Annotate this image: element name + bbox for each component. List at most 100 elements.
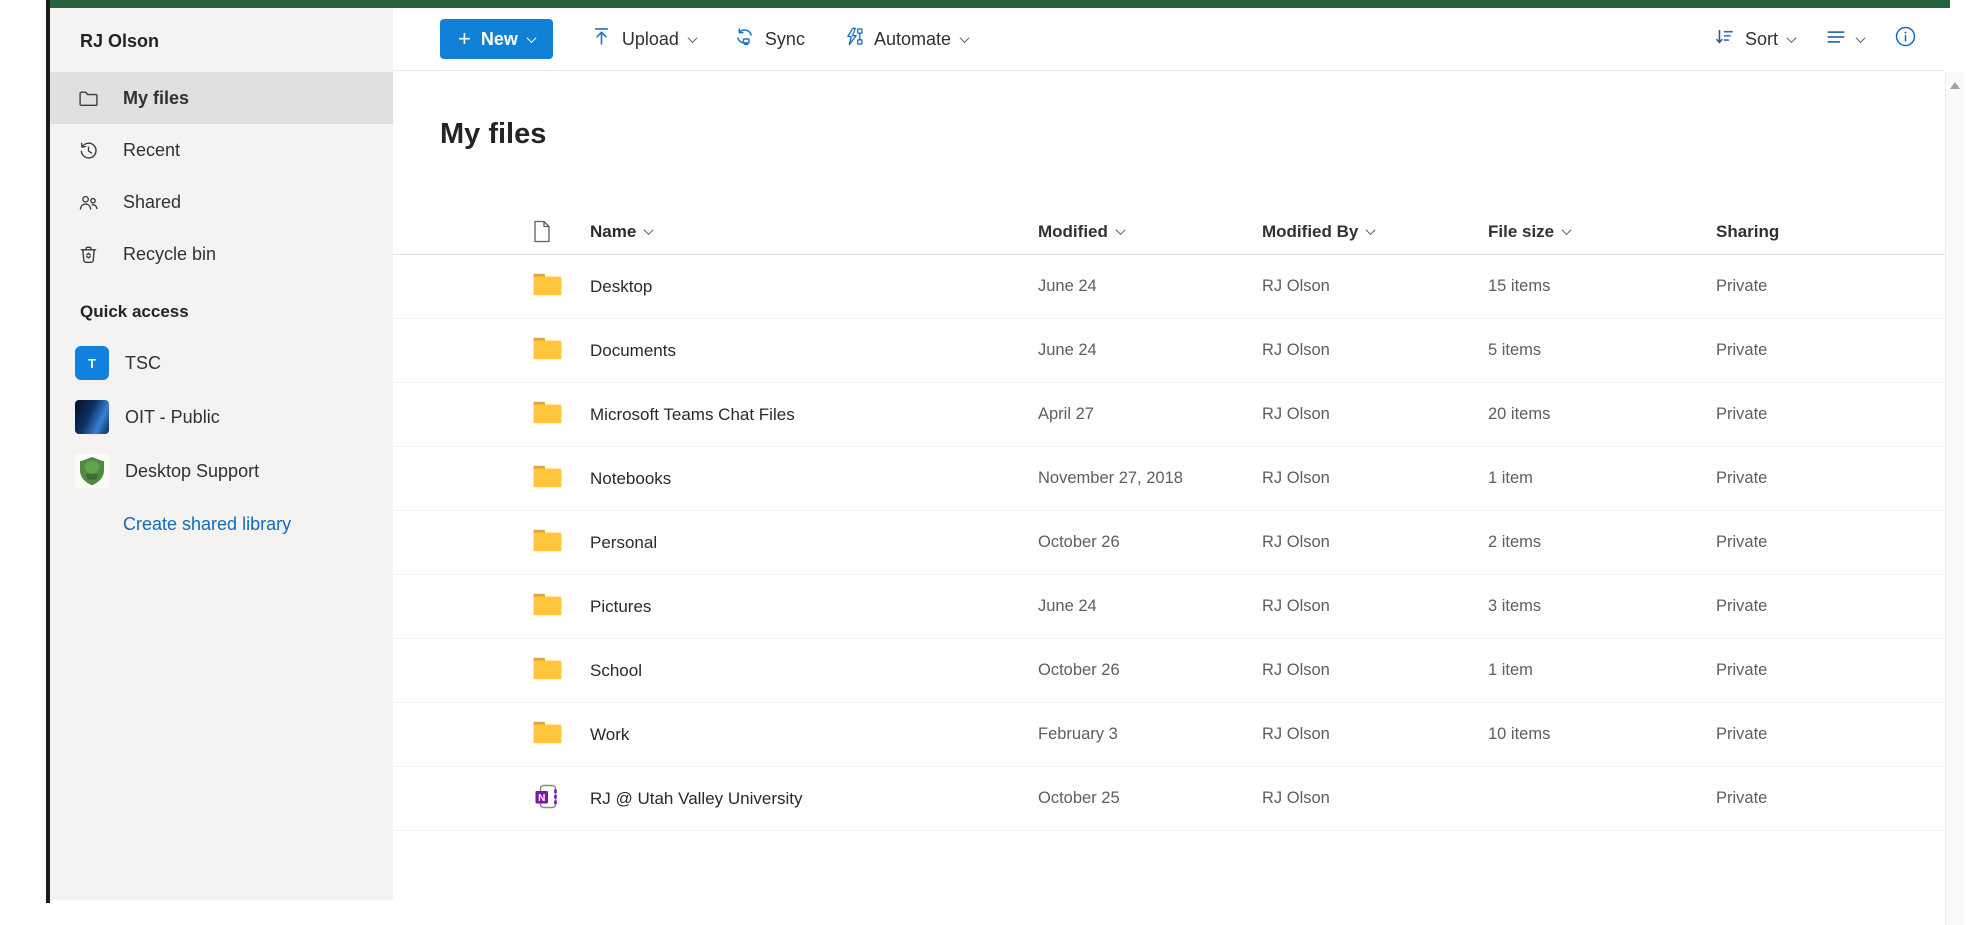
sidebar-item-label: Shared [123, 192, 181, 213]
sidebar: RJ Olson My files Recent [50, 8, 393, 900]
column-header-modified-by[interactable]: Modified By [1262, 222, 1488, 242]
file-size: 5 items [1488, 341, 1716, 360]
file-modified-by: RJ Olson [1262, 725, 1488, 744]
file-size: 1 item [1488, 661, 1716, 680]
main-content: + New Upload [393, 8, 1945, 925]
file-modified-by: RJ Olson [1262, 533, 1488, 552]
file-modified: April 27 [1038, 405, 1262, 424]
list-view-icon [1825, 26, 1847, 53]
file-modified-by: RJ Olson [1262, 469, 1488, 488]
file-size: 20 items [1488, 405, 1716, 424]
oit-site-thumbnail [75, 400, 109, 434]
file-sharing: Private [1716, 405, 1945, 424]
file-sharing: Private [1716, 789, 1945, 808]
table-header-row: Name Modified Modified By File size Shar… [393, 209, 1945, 255]
sort-icon [1714, 26, 1735, 52]
create-shared-library-link[interactable]: Create shared library [50, 514, 393, 535]
file-row[interactable]: Microsoft Teams Chat Files April 27 RJ O… [393, 383, 1945, 447]
folder-icon [533, 337, 562, 365]
sidebar-item-recycle-bin[interactable]: Recycle bin [50, 228, 393, 280]
file-name[interactable]: Documents [590, 341, 1038, 361]
file-row[interactable]: Personal October 26 RJ Olson 2 items Pri… [393, 511, 1945, 575]
view-options-button[interactable] [1825, 26, 1864, 53]
file-sharing: Private [1716, 533, 1945, 552]
quick-access-label: OIT - Public [125, 407, 220, 428]
onedrive-app: RJ Olson My files Recent [0, 0, 1970, 925]
file-size: 3 items [1488, 597, 1716, 616]
folder-icon [533, 657, 562, 685]
sort-button[interactable]: Sort [1714, 26, 1795, 52]
file-row[interactable]: Notebooks November 27, 2018 RJ Olson 1 i… [393, 447, 1945, 511]
file-modified-by: RJ Olson [1262, 789, 1488, 808]
automate-button[interactable]: Automate [843, 26, 968, 52]
quick-access-item-oit-public[interactable]: OIT - Public [50, 390, 393, 444]
file-row[interactable]: Pictures June 24 RJ Olson 3 items Privat… [393, 575, 1945, 639]
folder-icon [533, 529, 562, 557]
file-modified-by: RJ Olson [1262, 277, 1488, 296]
column-header-sharing[interactable]: Sharing [1716, 222, 1945, 242]
file-name[interactable]: Desktop [590, 277, 1038, 297]
file-name[interactable]: Personal [590, 533, 1038, 553]
folder-icon [533, 465, 562, 493]
file-type-column-icon[interactable] [533, 220, 590, 243]
quick-access-item-desktop-support[interactable]: Desktop Support [50, 444, 393, 498]
account-name: RJ Olson [50, 8, 393, 72]
details-pane-button[interactable] [1894, 25, 1917, 53]
sidebar-item-shared[interactable]: Shared [50, 176, 393, 228]
command-bar-right: Sort [1714, 25, 1917, 53]
trash-icon [78, 244, 99, 265]
folder-icon [533, 721, 562, 749]
file-row[interactable]: Work February 3 RJ Olson 10 items Privat… [393, 703, 1945, 767]
tsc-site-badge: T [75, 346, 109, 380]
svg-text:N: N [538, 792, 545, 803]
sync-icon [734, 26, 755, 52]
file-name[interactable]: School [590, 661, 1038, 681]
file-modified: June 24 [1038, 341, 1262, 360]
new-button[interactable]: + New [440, 19, 553, 59]
chevron-down-icon [1115, 225, 1125, 235]
sidebar-item-my-files[interactable]: My files [50, 72, 393, 124]
file-size: 15 items [1488, 277, 1716, 296]
chevron-down-icon [687, 33, 697, 43]
chevron-down-icon [1366, 225, 1376, 235]
file-row[interactable]: N RJ @ Utah Valley University October 25… [393, 767, 1945, 831]
sidebar-item-recent[interactable]: Recent [50, 124, 393, 176]
sort-label: Sort [1745, 29, 1778, 50]
file-name[interactable]: RJ @ Utah Valley University [590, 789, 1038, 809]
upload-icon [591, 26, 612, 52]
file-sharing: Private [1716, 469, 1945, 488]
upload-label: Upload [622, 29, 679, 50]
quick-access-item-tsc[interactable]: T TSC [50, 336, 393, 390]
folder-icon [533, 593, 562, 621]
file-name[interactable]: Microsoft Teams Chat Files [590, 405, 1038, 425]
sync-label: Sync [765, 29, 805, 50]
file-list: Desktop June 24 RJ Olson 15 items Privat… [393, 255, 1945, 831]
file-modified-by: RJ Olson [1262, 341, 1488, 360]
file-row[interactable]: Desktop June 24 RJ Olson 15 items Privat… [393, 255, 1945, 319]
command-bar: + New Upload [393, 8, 1945, 71]
column-header-modified[interactable]: Modified [1038, 222, 1262, 242]
automate-label: Automate [874, 29, 951, 50]
column-header-name[interactable]: Name [590, 222, 1038, 242]
file-sharing: Private [1716, 725, 1945, 744]
file-sharing: Private [1716, 597, 1945, 616]
file-sharing: Private [1716, 277, 1945, 296]
history-clock-icon [78, 140, 99, 161]
column-header-file-size[interactable]: File size [1488, 222, 1716, 242]
chevron-down-icon [1787, 33, 1797, 43]
info-icon [1894, 25, 1917, 53]
file-modified-by: RJ Olson [1262, 405, 1488, 424]
chevron-down-icon [1562, 225, 1572, 235]
file-name[interactable]: Notebooks [590, 469, 1038, 489]
file-name[interactable]: Work [590, 725, 1038, 745]
sync-button[interactable]: Sync [734, 26, 805, 52]
file-row[interactable]: Documents June 24 RJ Olson 5 items Priva… [393, 319, 1945, 383]
quick-access-label: TSC [125, 353, 161, 374]
scrollbar[interactable] [1945, 72, 1964, 925]
file-name[interactable]: Pictures [590, 597, 1038, 617]
scrollbar-up-arrow[interactable] [1950, 82, 1960, 89]
upload-button[interactable]: Upload [591, 26, 696, 52]
desktop-support-crest-icon [75, 454, 109, 488]
file-row[interactable]: School October 26 RJ Olson 1 item Privat… [393, 639, 1945, 703]
sidebar-item-label: My files [123, 88, 189, 109]
